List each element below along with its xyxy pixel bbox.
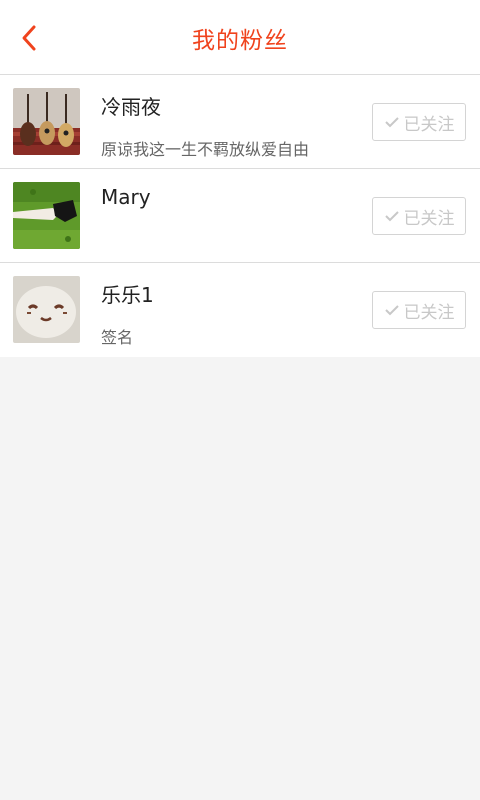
- avatar[interactable]: [13, 276, 80, 343]
- avatar[interactable]: [13, 88, 80, 155]
- followed-button-label: 已关注: [403, 302, 455, 323]
- checkmark-icon: [384, 211, 399, 222]
- follower-name: Mary: [101, 185, 151, 209]
- followers-list: 冷雨夜 原谅我这一生不羁放纵爱自由 已关注 Mary 已关注 乐乐1 签名 已关…: [0, 75, 480, 357]
- follower-name: 冷雨夜: [101, 95, 161, 119]
- follower-signature: 原谅我这一生不羁放纵爱自由: [101, 140, 310, 159]
- follower-name: 乐乐1: [101, 283, 154, 307]
- followed-button[interactable]: 已关注: [372, 197, 466, 235]
- list-item[interactable]: 冷雨夜 原谅我这一生不羁放纵爱自由 已关注: [0, 75, 480, 169]
- followed-button[interactable]: 已关注: [372, 103, 466, 141]
- avatar[interactable]: [13, 182, 80, 249]
- top-bar: 我的粉丝: [0, 0, 480, 75]
- list-item[interactable]: 乐乐1 签名 已关注: [0, 263, 480, 357]
- checkmark-icon: [384, 305, 399, 316]
- followed-button-label: 已关注: [403, 114, 455, 135]
- follower-signature: 签名: [101, 328, 134, 347]
- page-title: 我的粉丝: [192, 27, 288, 54]
- list-item[interactable]: Mary 已关注: [0, 169, 480, 263]
- followed-button-label: 已关注: [403, 208, 455, 229]
- checkmark-icon: [384, 117, 399, 128]
- followed-button[interactable]: 已关注: [372, 291, 466, 329]
